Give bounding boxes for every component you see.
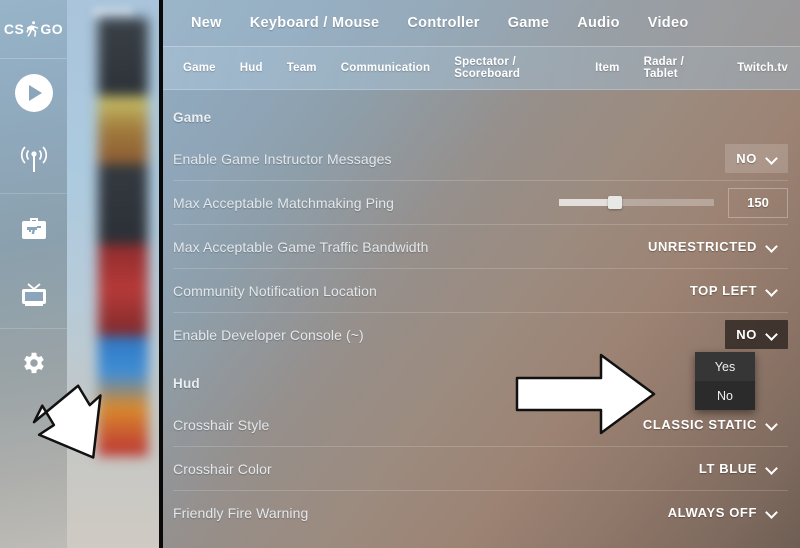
- row-control: LT BLUE: [688, 454, 788, 483]
- sidebar-item-play[interactable]: [0, 59, 67, 126]
- dropdown-value: NO: [736, 327, 757, 342]
- tab-game[interactable]: Game: [494, 15, 564, 31]
- backdrop-thumb: [98, 164, 148, 244]
- chevron-down-icon: [766, 285, 777, 296]
- subtab-game[interactable]: Game: [171, 62, 228, 74]
- row-control: CLASSIC STATIC: [632, 410, 788, 439]
- row-label: Enable Game Instructor Messages: [173, 150, 392, 167]
- friendly-fire-dropdown[interactable]: ALWAYS OFF: [657, 498, 788, 527]
- row-control: 150: [559, 187, 788, 218]
- crosshair-style-dropdown[interactable]: CLASSIC STATIC: [632, 410, 788, 439]
- blurred-background-column: [67, 0, 163, 548]
- briefcase-gun-icon: [21, 217, 46, 239]
- row-crosshair-color: Crosshair Color LT BLUE: [173, 446, 788, 490]
- row-control: NO: [725, 320, 788, 349]
- play-icon: [14, 73, 53, 112]
- row-control: NO: [725, 144, 788, 173]
- notification-location-dropdown[interactable]: TOP LEFT: [679, 276, 788, 305]
- slider-fill: [559, 199, 615, 206]
- dropdown-value: ALWAYS OFF: [667, 505, 757, 520]
- top-nav-tabs: New Keyboard / Mouse Controller Game Aud…: [163, 0, 800, 46]
- settings-rows: Game Enable Game Instructor Messages NO …: [163, 90, 800, 534]
- dropdown-value: CLASSIC STATIC: [642, 417, 757, 432]
- chevron-down-icon: [766, 241, 777, 252]
- row-matchmaking-ping: Max Acceptable Matchmaking Ping 150: [173, 180, 788, 224]
- row-label: Max Acceptable Matchmaking Ping: [173, 194, 394, 211]
- row-game-instructor: Enable Game Instructor Messages NO: [173, 137, 788, 180]
- matchmaking-ping-value[interactable]: 150: [728, 187, 788, 218]
- panel-divider: [159, 0, 163, 548]
- row-label: Community Notification Location: [173, 282, 377, 299]
- dropdown-value: TOP LEFT: [689, 283, 757, 298]
- row-developer-console: Enable Developer Console (~) NO: [173, 312, 788, 356]
- broadcast-icon: [20, 145, 47, 172]
- row-control: ALWAYS OFF: [657, 498, 788, 527]
- subtab-spectator-scoreboard[interactable]: Spectator / Scoreboard: [442, 56, 583, 80]
- csgo-logo: CS GO: [0, 0, 67, 59]
- subtab-radar-tablet[interactable]: Radar / Tablet: [632, 56, 726, 80]
- developer-console-dropdown[interactable]: NO: [725, 320, 788, 349]
- subtab-communication[interactable]: Communication: [329, 62, 443, 74]
- row-label: Crosshair Color: [173, 460, 272, 477]
- backdrop-thumb: [98, 96, 148, 164]
- tv-icon: [21, 282, 46, 306]
- soldier-icon: [26, 21, 39, 37]
- subtab-team[interactable]: Team: [275, 62, 329, 74]
- chevron-down-icon: [766, 419, 777, 430]
- sidebar: CS GO: [0, 0, 67, 548]
- settings-panel: New Keyboard / Mouse Controller Game Aud…: [163, 0, 800, 548]
- tab-controller[interactable]: Controller: [393, 15, 493, 31]
- sidebar-item-broadcast[interactable]: [0, 126, 67, 194]
- dropdown-value: LT BLUE: [698, 461, 757, 476]
- row-label: Crosshair Style: [173, 416, 270, 433]
- gear-icon: [23, 352, 44, 373]
- row-traffic-bandwidth: Max Acceptable Game Traffic Bandwidth UN…: [173, 224, 788, 268]
- tab-audio[interactable]: Audio: [563, 15, 634, 31]
- backdrop-thumb: [98, 244, 148, 336]
- sub-nav-tabs: Game Hud Team Communication Spectator / …: [163, 46, 800, 90]
- row-label: Max Acceptable Game Traffic Bandwidth: [173, 238, 429, 255]
- row-control: UNRESTRICTED: [637, 232, 788, 261]
- chevron-down-icon: [766, 463, 777, 474]
- tab-new[interactable]: New: [177, 15, 236, 31]
- chevron-down-icon: [766, 329, 777, 340]
- backdrop-thumbnails: [98, 18, 148, 548]
- tab-keyboard-mouse[interactable]: Keyboard / Mouse: [236, 15, 394, 31]
- csgo-settings-screen: CS GO New Keyboard / Mouse Controller Ga…: [0, 0, 800, 548]
- subtab-twitch-tv[interactable]: Twitch.tv: [725, 62, 800, 74]
- sidebar-item-tv[interactable]: [0, 261, 67, 329]
- subtab-hud[interactable]: Hud: [228, 62, 275, 74]
- backdrop-thumb: [98, 336, 148, 456]
- logo-text-go: GO: [40, 21, 64, 37]
- row-control: TOP LEFT: [679, 276, 788, 305]
- chevron-down-icon: [766, 507, 777, 518]
- crosshair-color-dropdown[interactable]: LT BLUE: [688, 454, 788, 483]
- sidebar-item-inventory[interactable]: [0, 194, 67, 261]
- row-notification-location: Community Notification Location TOP LEFT: [173, 268, 788, 312]
- logo-text-cs: CS: [3, 21, 25, 37]
- backdrop-glow: [93, 8, 133, 18]
- dropdown-option-no[interactable]: No: [695, 381, 755, 410]
- dropdown-value: NO: [736, 151, 757, 166]
- section-heading-game: Game: [173, 110, 212, 125]
- game-instructor-dropdown[interactable]: NO: [725, 144, 788, 173]
- chevron-down-icon: [766, 153, 777, 164]
- row-friendly-fire: Friendly Fire Warning ALWAYS OFF: [173, 490, 788, 534]
- backdrop-thumb: [98, 18, 148, 96]
- row-label: Friendly Fire Warning: [173, 504, 309, 521]
- sidebar-item-settings[interactable]: [0, 329, 67, 396]
- traffic-bandwidth-dropdown[interactable]: UNRESTRICTED: [637, 232, 788, 261]
- developer-console-dropdown-menu: Yes No: [695, 352, 755, 410]
- tab-video[interactable]: Video: [634, 15, 703, 31]
- dropdown-value: UNRESTRICTED: [647, 239, 757, 254]
- matchmaking-ping-slider[interactable]: [559, 196, 714, 209]
- row-label: Enable Developer Console (~): [173, 326, 364, 343]
- slider-knob[interactable]: [607, 196, 622, 209]
- subtab-item[interactable]: Item: [583, 62, 631, 74]
- dropdown-option-yes[interactable]: Yes: [695, 352, 755, 381]
